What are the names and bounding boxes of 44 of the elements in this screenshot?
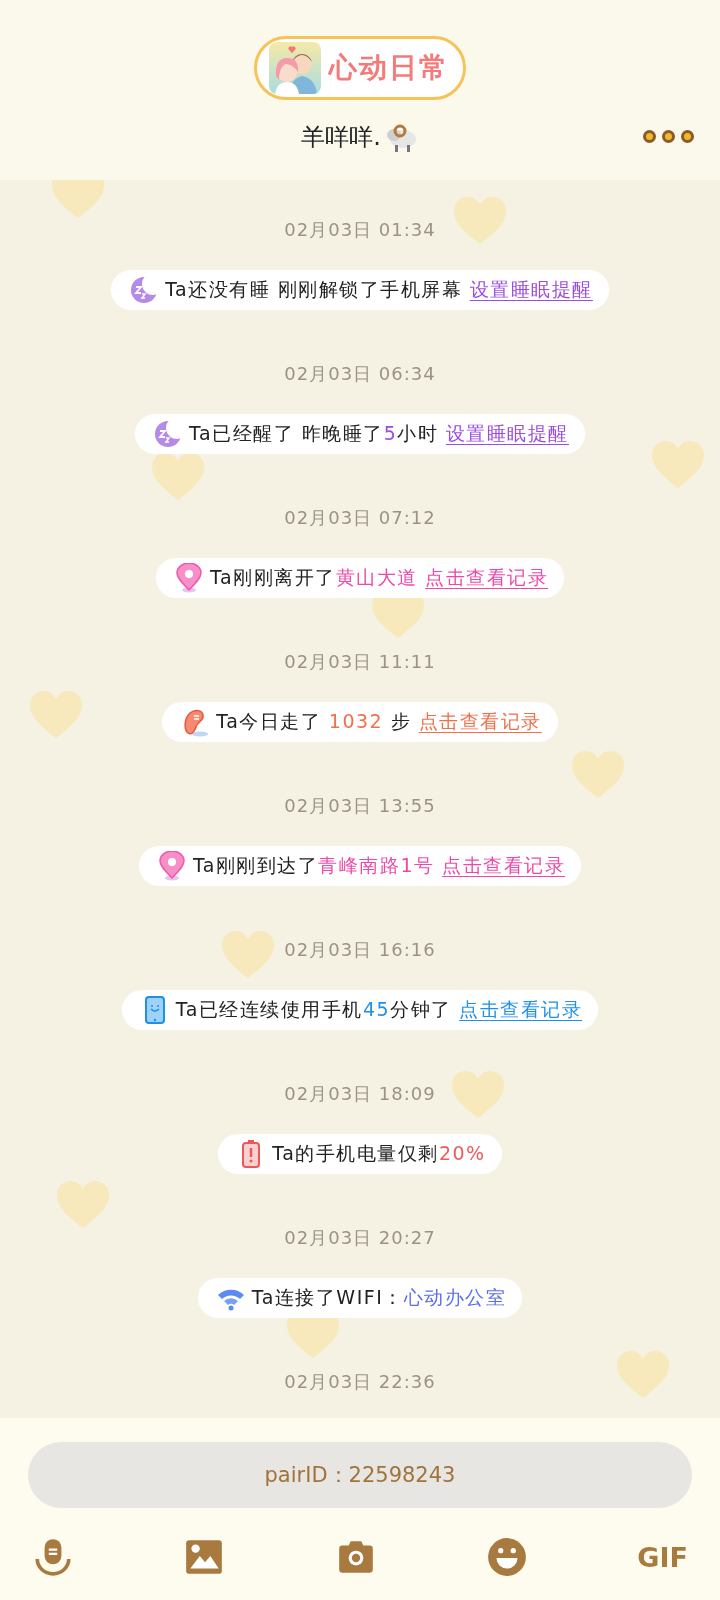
record-link[interactable]: 点击查看记录 (418, 710, 542, 732)
heart-icon (28, 690, 84, 740)
heart-icon (50, 180, 106, 220)
record-link[interactable]: 点击查看记录 (425, 566, 549, 588)
smiley-icon[interactable] (486, 1536, 528, 1578)
event-message: Ta刚刚离开了 黄山大道 点击查看记录 (209, 565, 549, 590)
heart-icon (570, 750, 626, 800)
moon-icon (153, 419, 184, 449)
timestamp: 02月03日 16:16 (284, 938, 436, 962)
timestamp: 02月03日 07:12 (284, 506, 436, 530)
timestamp: 02月03日 01:34 (284, 218, 436, 242)
event-message: Ta已经醒了 昨晚睡了 5小时 设置睡眠提醒 (189, 421, 569, 446)
event-message: Ta的手机电量仅剩 20% (272, 1141, 486, 1166)
voice-icon[interactable] (32, 1536, 74, 1578)
event-message: Ta今日走了 1032 步 点击查看记录 (216, 709, 542, 734)
heart-icon (450, 1070, 506, 1120)
record-link[interactable]: 设置睡眠提醒 (469, 278, 593, 300)
location-pin-icon (173, 563, 204, 593)
heart-icon (452, 196, 508, 246)
heart-icon (55, 1180, 111, 1230)
timestamp: 02月03日 11:11 (284, 650, 436, 674)
timestamp: 02月03日 18:09 (284, 1082, 436, 1106)
logo-text: 心动日常 (329, 50, 449, 86)
event-message: Ta连接了WIFI：心动办公室 (251, 1285, 507, 1310)
location-pin-icon (156, 851, 187, 881)
timestamp: 02月03日 22:36 (284, 1370, 436, 1394)
pair-id-field[interactable]: pairID：22598243 (28, 1442, 692, 1508)
heart-icon (615, 1350, 671, 1400)
record-link[interactable]: 点击查看记录 (459, 998, 583, 1020)
heart-icon (650, 440, 706, 490)
event-message: Ta还没有睡 刚刚解锁了手机屏幕 设置睡眠提醒 (165, 277, 593, 302)
event-message: Ta已经连续使用手机45分钟了 点击查看记录 (175, 997, 583, 1022)
heart-icon (220, 930, 276, 980)
timestamp: 02月03日 06:34 (284, 362, 436, 386)
chat-title: 羊咩咩. (301, 122, 381, 153)
event-message: Ta刚刚到达了 青峰南路1号 点击查看记录 (192, 853, 566, 878)
gif-button[interactable]: GIF (637, 1536, 688, 1578)
timestamp: 02月03日 20:27 (284, 1226, 436, 1250)
moon-icon (129, 275, 160, 305)
timestamp: 02月03日 13:55 (284, 794, 436, 818)
record-link[interactable]: 点击查看记录 (442, 854, 566, 876)
heart-icon (150, 452, 206, 502)
record-link[interactable]: 设置睡眠提醒 (445, 422, 569, 444)
more-button[interactable] (643, 130, 694, 143)
